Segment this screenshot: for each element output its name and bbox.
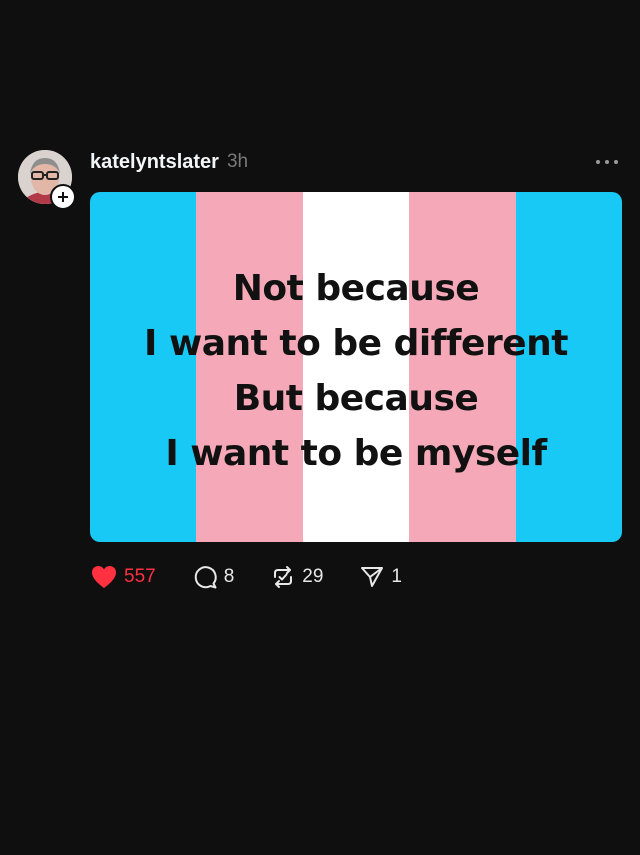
image-text-line: I want to be myself — [165, 433, 547, 474]
plus-icon — [58, 192, 68, 202]
heart-filled-icon — [92, 566, 116, 588]
image-text-line: Not because — [232, 268, 480, 309]
share-count: 1 — [391, 566, 402, 587]
more-options-button[interactable] — [596, 152, 618, 172]
repost-button[interactable]: 29 — [270, 564, 323, 590]
feed-page: katelyntslater 3h Not because I want to … — [0, 0, 640, 855]
avatar-container[interactable] — [18, 150, 76, 210]
post-header: katelyntslater 3h — [90, 150, 248, 174]
comment-button[interactable]: 8 — [192, 564, 235, 590]
more-horizontal-icon-dot — [596, 160, 600, 164]
send-icon — [361, 567, 384, 587]
comment-count: 8 — [223, 566, 235, 587]
image-text-line: I want to be different — [144, 323, 568, 364]
share-button[interactable]: 1 — [359, 564, 402, 590]
like-button[interactable]: 557 — [90, 564, 156, 590]
more-horizontal-icon-dot — [605, 160, 609, 164]
image-text: Not because I want to be different But b… — [90, 192, 622, 542]
follow-button[interactable] — [50, 184, 76, 210]
repost-count: 29 — [302, 566, 324, 587]
username[interactable]: katelyntslater — [90, 151, 219, 174]
post-image[interactable]: Not because I want to be different But b… — [90, 192, 622, 542]
timestamp: 3h — [226, 151, 249, 172]
comment-icon — [194, 566, 217, 589]
repost-icon — [274, 566, 293, 588]
more-horizontal-icon-dot — [614, 160, 618, 164]
like-count: 557 — [124, 566, 156, 587]
image-text-line: But because — [233, 378, 479, 419]
action-bar: 557 8 29 1 — [90, 564, 438, 590]
